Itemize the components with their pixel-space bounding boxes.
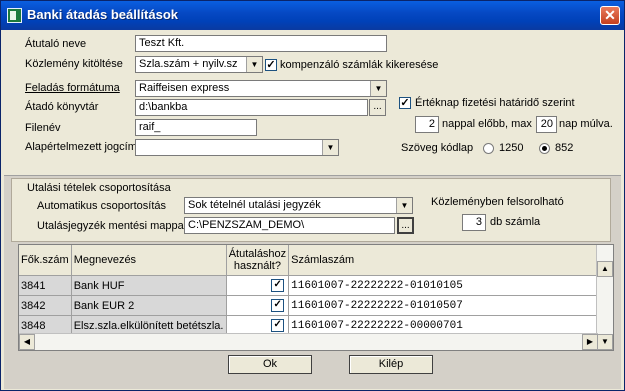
days-after-input[interactable]: 20 bbox=[536, 116, 557, 133]
invoice-count-input[interactable]: 3 bbox=[462, 214, 486, 231]
scroll-down-icon[interactable]: ▼ bbox=[597, 334, 613, 350]
atado-konyvtar-label: Átadó könyvtár bbox=[25, 101, 99, 113]
grouping-title: Utalási tételek csoportosítása bbox=[27, 182, 171, 194]
jogcim-label: Alapértelmezett jogcím bbox=[25, 141, 137, 153]
chevron-down-icon[interactable]: ▼ bbox=[396, 198, 412, 213]
auto-grouping-select[interactable]: Sok tételnél utalási jegyzék ▼ bbox=[184, 197, 413, 214]
atado-konyvtar-browse-button[interactable]: ... bbox=[369, 99, 386, 116]
feladas-formatuma-value: Raiffeisen express bbox=[139, 82, 230, 94]
filenev-input[interactable]: raif_ bbox=[135, 119, 257, 136]
exit-button[interactable]: Kilép bbox=[349, 355, 433, 374]
atutalo-neve-input[interactable]: Teszt Kft. bbox=[135, 35, 387, 52]
kodlap-852-label: 852 bbox=[555, 142, 574, 154]
cell-szamlaszam[interactable]: 11601007-22222222-01010105 bbox=[288, 275, 606, 296]
kozlemeny-kitoltese-select[interactable]: Szla.szám + nyilv.sz ▼ bbox=[135, 56, 263, 73]
kodlap-1250-radio[interactable] bbox=[483, 143, 494, 154]
kozlemeny-list-label: Közleményben felsorolható bbox=[431, 196, 564, 208]
kodlap-1250-label: 1250 bbox=[499, 142, 524, 154]
col-szamlaszam-header[interactable]: Számlaszám bbox=[288, 245, 606, 276]
atutalo-neve-label: Átutaló neve bbox=[25, 38, 87, 50]
col-hasznalt-header[interactable]: Átutaláshoz használt? bbox=[226, 245, 290, 276]
table-header-row: Fők.szám Megnevezés Átutaláshoz használt… bbox=[19, 245, 606, 276]
col-fokszam-header[interactable]: Fők.szám bbox=[19, 245, 72, 276]
accounts-grid: Fők.szám Megnevezés Átutaláshoz használt… bbox=[19, 245, 606, 336]
dialog-window: Banki átadás beállítások ✕ Átutaló neve … bbox=[0, 0, 625, 391]
hasznalt-checkbox[interactable]: ✓ bbox=[271, 279, 285, 292]
cell-hasznalt: ✓ bbox=[226, 295, 290, 316]
hasznalt-checkbox[interactable]: ✓ bbox=[271, 299, 285, 312]
cell-fokszam: 3842 bbox=[19, 295, 72, 316]
save-folder-browse-button[interactable]: ... bbox=[397, 217, 414, 234]
title-bar[interactable]: Banki átadás beállítások ✕ bbox=[1, 1, 624, 30]
cell-hasznalt: ✓ bbox=[226, 275, 290, 296]
days-before-input[interactable]: 2 bbox=[415, 116, 439, 133]
kodlap-852-radio[interactable] bbox=[539, 143, 550, 154]
days-after-label: nap múlva. bbox=[559, 118, 613, 130]
vertical-scrollbar[interactable]: ▲ ▼ bbox=[596, 245, 613, 350]
kozlemeny-kitoltese-value: Szla.szám + nyilv.sz bbox=[139, 58, 238, 70]
scroll-left-icon[interactable]: ◀ bbox=[19, 334, 35, 350]
kozlemeny-kitoltese-label: Közlemény kitöltése bbox=[25, 58, 123, 70]
feladas-formatuma-label: Feladás formátuma bbox=[25, 82, 120, 94]
feladas-formatuma-select[interactable]: Raiffeisen express ▼ bbox=[135, 80, 387, 97]
auto-grouping-label: Automatikus csoportosítás bbox=[37, 200, 167, 212]
hasznalt-checkbox[interactable]: ✓ bbox=[271, 319, 285, 332]
invoice-count-label: db számla bbox=[490, 216, 541, 228]
table-row[interactable]: 3842 Bank EUR 2 ✓ 11601007-22222222-0101… bbox=[19, 295, 606, 316]
table-row[interactable]: 3841 Bank HUF ✓ 11601007-22222222-010101… bbox=[19, 275, 606, 296]
cell-szamlaszam[interactable]: 11601007-22222222-01010507 bbox=[288, 295, 606, 316]
filenev-label: Filenév bbox=[25, 122, 61, 134]
window-title: Banki átadás beállítások bbox=[27, 7, 179, 22]
scroll-right-icon[interactable]: ▶ bbox=[582, 334, 598, 350]
cell-fokszam: 3841 bbox=[19, 275, 72, 296]
kompenzalo-label: kompenzáló számlák kikeresése bbox=[280, 59, 439, 71]
save-folder-input[interactable]: C:\PENZSZAM_DEMO\ bbox=[184, 217, 395, 234]
save-folder-label: Utalásjegyzék mentési mappa bbox=[37, 220, 184, 232]
days-before-label: nappal előbb, max bbox=[442, 118, 532, 130]
cell-megnevezes: Bank EUR 2 bbox=[71, 295, 227, 316]
cell-megnevezes: Bank HUF bbox=[71, 275, 227, 296]
jogcim-select[interactable]: ▼ bbox=[135, 139, 339, 156]
atado-konyvtar-input[interactable]: d:\bankba bbox=[135, 99, 368, 116]
kodlap-label: Szöveg kódlap bbox=[401, 142, 474, 154]
app-icon bbox=[7, 8, 22, 23]
horizontal-scrollbar[interactable]: ◀ ▶ bbox=[19, 333, 598, 350]
close-button[interactable]: ✕ bbox=[600, 6, 620, 25]
accounts-table: Fők.szám Megnevezés Átutaláshoz használt… bbox=[18, 244, 614, 351]
chevron-down-icon[interactable]: ▼ bbox=[246, 57, 262, 72]
scroll-up-icon[interactable]: ▲ bbox=[597, 261, 613, 277]
col-megnevezes-header[interactable]: Megnevezés bbox=[71, 245, 227, 276]
ertéknap-label: Értéknap fizetési határidő szerint bbox=[415, 97, 575, 109]
ertéknap-checkbox[interactable]: ✓ bbox=[399, 97, 411, 109]
chevron-down-icon[interactable]: ▼ bbox=[322, 140, 338, 155]
ok-button[interactable]: Ok bbox=[228, 355, 312, 374]
chevron-down-icon[interactable]: ▼ bbox=[370, 81, 386, 96]
auto-grouping-value: Sok tételnél utalási jegyzék bbox=[188, 199, 321, 211]
kompenzalo-checkbox[interactable]: ✓ bbox=[265, 59, 277, 71]
